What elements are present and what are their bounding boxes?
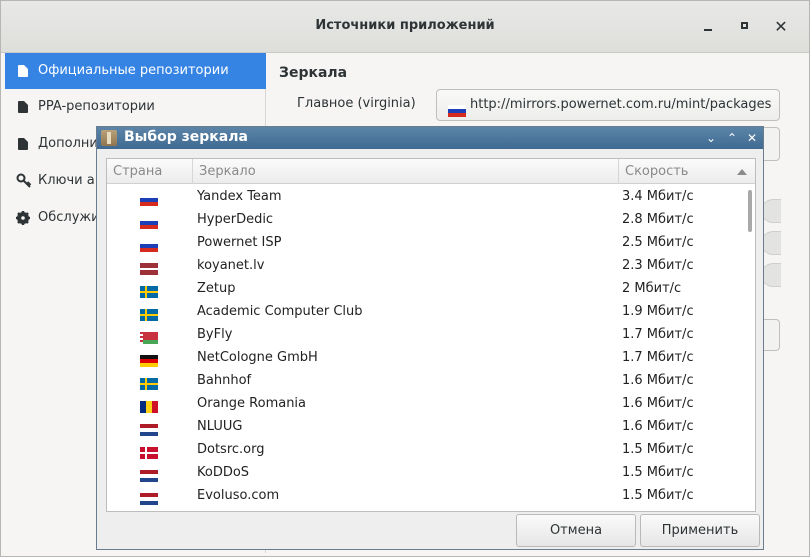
sort-arrow-icon: [737, 169, 747, 175]
file-icon: [16, 53, 32, 89]
toggle-switch[interactable]: [761, 231, 781, 255]
mirror-list: Страна Зеркало Скорость Yandex Team 3.4 М…: [106, 158, 756, 512]
window-titlebar[interactable]: Источники приложений ✕: [1, 1, 809, 53]
mirror-speed: 2.5 Мбит/с: [622, 235, 694, 250]
package-icon: [101, 130, 117, 146]
table-row[interactable]: Powernet ISP 2.5 Мбит/с: [107, 231, 747, 254]
table-row[interactable]: Orange Romania 1.6 Мбит/с: [107, 392, 747, 415]
list-header: Страна Зеркало Скорость: [107, 159, 755, 184]
sidebar-item-label: Дополни: [38, 136, 98, 151]
sidebar-item-label: PPA-репозитории: [38, 99, 155, 114]
table-row[interactable]: Zetup 2 Мбит/с: [107, 277, 747, 300]
mirror-name: HyperDedic: [197, 212, 274, 227]
table-row[interactable]: Dotsrc.org 1.5 Мбит/с: [107, 438, 747, 461]
main-mirror-label: Главное (virginia): [297, 96, 416, 111]
maximize-icon: [740, 21, 748, 29]
dialog-titlebar[interactable]: Выбор зеркала ⌄ ⌃ ✕: [97, 127, 763, 149]
mirror-name: Zetup: [197, 281, 236, 296]
mirror-name: koyanet.lv: [197, 258, 265, 273]
table-row[interactable]: Evoluso.com 1.5 Мбит/с: [107, 484, 747, 507]
mirror-speed: 1.5 Мбит/с: [622, 488, 694, 503]
table-row[interactable]: ByFly 1.7 Мбит/с: [107, 323, 747, 346]
mirror-select-dialog: Выбор зеркала ⌄ ⌃ ✕ Страна Зеркало Скоро…: [96, 126, 764, 550]
mirror-speed: 2.3 Мбит/с: [622, 258, 694, 273]
close-icon: ✕: [746, 131, 758, 145]
chevron-down-icon: ⌄: [705, 131, 717, 145]
table-row[interactable]: Academic Computer Club 1.9 Мбит/с: [107, 300, 747, 323]
mirror-speed: 1.6 Мбит/с: [622, 396, 694, 411]
cancel-button[interactable]: Отмена: [516, 514, 636, 547]
table-row[interactable]: Yandex Team 3.4 Мбит/с: [107, 185, 747, 208]
sidebar-item-ppa[interactable]: PPA-репозитории: [5, 89, 266, 125]
main-mirror-url: http://mirrors.powernet.com.ru/mint/pack…: [470, 97, 772, 112]
sidebar-item-label: Обслужи: [38, 210, 100, 225]
mirror-speed: 3.4 Мбит/с: [622, 189, 694, 204]
flag-ru-icon: [448, 99, 466, 120]
mirror-name: Orange Romania: [197, 396, 307, 411]
mirror-speed: 1.5 Мбит/с: [622, 442, 694, 457]
mirror-name: Dotsrc.org: [197, 442, 265, 457]
toggle-switch[interactable]: [761, 263, 781, 287]
mirror-speed: 1.7 Мбит/с: [622, 350, 694, 365]
table-row[interactable]: NLUUG 1.6 Мбит/с: [107, 415, 747, 438]
dialog-close-button[interactable]: ✕: [744, 130, 760, 146]
mirror-name: NLUUG: [197, 419, 243, 434]
minimize-icon: [704, 28, 712, 31]
column-header-mirror[interactable]: Зеркало: [193, 159, 619, 184]
main-mirror-button[interactable]: http://mirrors.powernet.com.ru/mint/pack…: [436, 89, 780, 121]
table-row[interactable]: NetCologne GmbH 1.7 Мбит/с: [107, 346, 747, 369]
mirror-speed: 1.9 Мбит/с: [622, 304, 694, 319]
column-header-country[interactable]: Страна: [107, 159, 193, 184]
mirror-speed: 2.8 Мбит/с: [622, 212, 694, 227]
gear-icon: [16, 200, 32, 236]
sidebar-item-official-repositories[interactable]: Официальные репозитории: [5, 53, 266, 89]
mirror-speed: 1.6 Мбит/с: [622, 419, 694, 434]
flag-nl-icon: [140, 490, 158, 511]
chevron-up-icon: ⌃: [726, 131, 738, 145]
maximize-button[interactable]: [734, 17, 754, 37]
table-row[interactable]: KoDDoS 1.5 Мбит/с: [107, 461, 747, 484]
mirror-name: Powernet ISP: [197, 235, 282, 250]
key-icon: [16, 163, 32, 199]
window-title: Источники приложений: [315, 18, 495, 33]
table-row[interactable]: koyanet.lv 2.3 Мбит/с: [107, 254, 747, 277]
toggle-switch[interactable]: [761, 199, 781, 223]
mirror-speed: 1.5 Мбит/с: [622, 465, 694, 480]
scrollbar[interactable]: [748, 190, 752, 232]
dialog-title: Выбор зеркала: [124, 129, 248, 145]
minimize-button[interactable]: [698, 17, 718, 37]
sidebar-item-label: Ключи а: [38, 173, 95, 188]
column-header-speed[interactable]: Скорость: [619, 159, 755, 184]
dialog-minimize-button[interactable]: ⌄: [703, 130, 719, 146]
section-title: Зеркала: [279, 65, 348, 81]
mirror-name: Yandex Team: [197, 189, 282, 204]
mirror-name: Academic Computer Club: [197, 304, 363, 319]
mirror-name: ByFly: [197, 327, 233, 342]
dialog-maximize-button[interactable]: ⌃: [724, 130, 740, 146]
mirror-name: NetCologne GmbH: [197, 350, 318, 365]
column-header-speed-label: Скорость: [625, 164, 689, 179]
apply-button[interactable]: Применить: [640, 514, 760, 547]
mirror-name: KoDDoS: [197, 465, 250, 480]
mirror-name: Bahnhof: [197, 373, 252, 388]
mirror-speed: 2 Мбит/с: [622, 281, 682, 296]
sidebar-item-label: Официальные репозитории: [38, 63, 229, 78]
table-row[interactable]: Bahnhof 1.6 Мбит/с: [107, 369, 747, 392]
hidden-button[interactable]: [764, 319, 780, 351]
file-icon: [16, 89, 32, 125]
mirror-rows: Yandex Team 3.4 Мбит/с HyperDedic 2.8 Мбит/…: [107, 184, 755, 511]
mirror-name: Evoluso.com: [197, 488, 280, 503]
close-icon: ✕: [774, 17, 788, 36]
mirror-speed: 1.7 Мбит/с: [622, 327, 694, 342]
mirror-speed: 1.6 Мбит/с: [622, 373, 694, 388]
close-button[interactable]: ✕: [771, 17, 791, 37]
file-icon: [16, 126, 32, 162]
table-row[interactable]: HyperDedic 2.8 Мбит/с: [107, 208, 747, 231]
